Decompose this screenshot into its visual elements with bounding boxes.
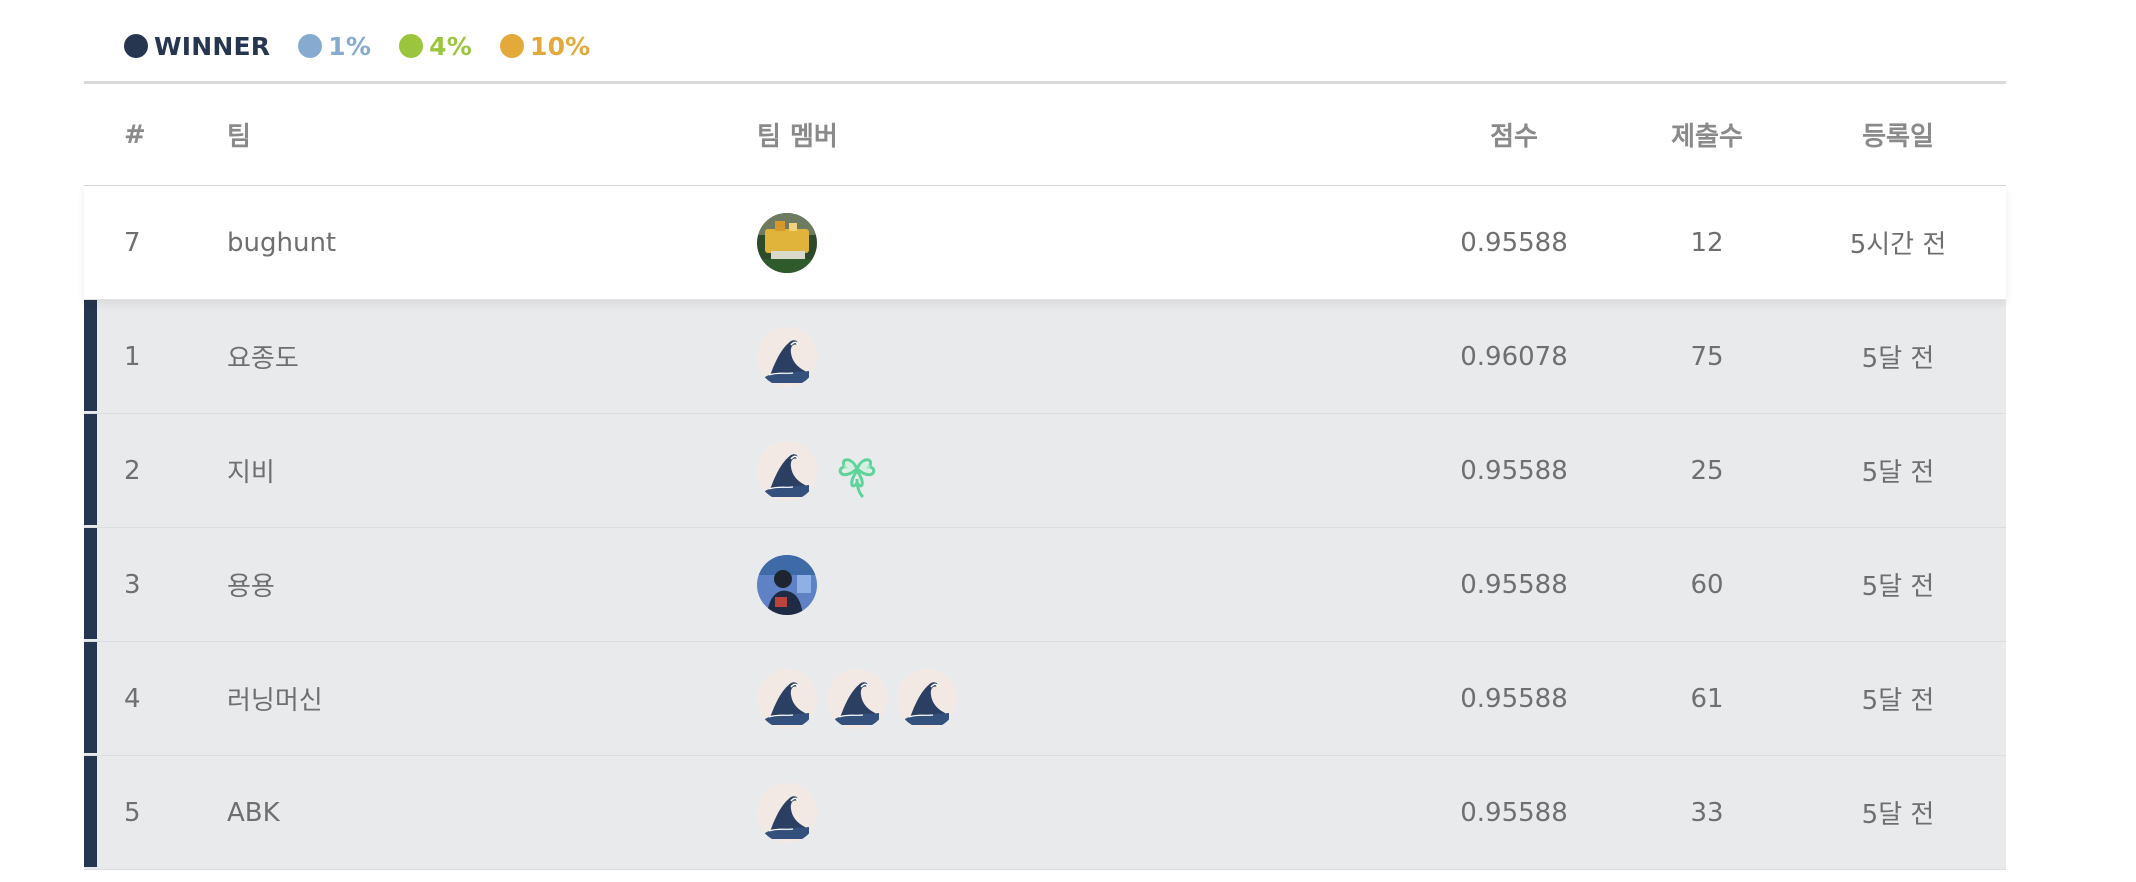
legend-dot [499, 34, 524, 58]
team-name-link[interactable]: ABK [227, 798, 757, 828]
registered-date-cell: 5달 전 [1861, 800, 1935, 830]
legend-dot [124, 34, 148, 58]
rank-cell: 1 [124, 341, 141, 372]
registered-date-cell: 5달 전 [1861, 458, 1935, 488]
team-name-link[interactable]: 요종도 [227, 338, 757, 375]
wave-avatar[interactable] [757, 782, 817, 843]
legend-label: WINNER [154, 31, 271, 61]
wave-avatar[interactable] [757, 326, 817, 387]
table-row-winner[interactable]: 1 요종도 0.96078 75 5달 전 [84, 300, 2006, 414]
score-cell: 0.95588 [1460, 455, 1568, 486]
clover-avatar[interactable] [827, 441, 887, 501]
score-cell: 0.95588 [1460, 683, 1568, 714]
rank-cell: 5 [124, 797, 141, 828]
table-row-winner[interactable]: 4 러닝머신 0.95588 61 5달 전 [84, 642, 2006, 756]
column-header-score[interactable]: 점수 [1414, 116, 1614, 153]
column-header-rank[interactable]: # [84, 120, 227, 150]
leaderboard-table: # 팀 팀 멤버 점수 제출수 등록일 7 bughunt 0.95588 12 5시… [84, 81, 2006, 870]
team-name-link[interactable]: bughunt [227, 228, 757, 258]
submissions-cell: 12 [1690, 227, 1724, 258]
table-row-winner[interactable]: 5 ABK 0.95588 33 5달 전 [84, 756, 2006, 870]
legend-top-10-percent: 10% [499, 31, 591, 61]
wave-avatar[interactable] [897, 668, 957, 729]
team-members-cell [757, 326, 1414, 387]
legend: WINNER 1% 4% 10% [124, 28, 618, 64]
legend-label: 10% [529, 31, 591, 61]
legend-dot [298, 34, 323, 58]
score-cell: 0.95588 [1460, 227, 1568, 258]
submissions-cell: 60 [1690, 569, 1724, 600]
column-header-registered[interactable]: 등록일 [1800, 116, 1996, 153]
legend-winner: WINNER [124, 32, 270, 61]
photo-trophy-avatar[interactable] [757, 212, 817, 273]
column-header-members[interactable]: 팀 멤버 [757, 116, 1414, 153]
submissions-cell: 33 [1690, 797, 1724, 828]
registered-date-cell: 5시간 전 [1849, 230, 1947, 260]
team-members-cell [757, 782, 1414, 843]
wave-avatar[interactable] [757, 668, 817, 729]
registered-date-cell: 5달 전 [1861, 686, 1935, 716]
submissions-cell: 61 [1690, 683, 1724, 714]
team-name-link[interactable]: 지비 [227, 452, 757, 489]
rank-cell: 3 [124, 569, 141, 600]
wave-avatar[interactable] [827, 668, 887, 729]
submissions-cell: 75 [1690, 341, 1724, 372]
table-row-my-team[interactable]: 7 bughunt 0.95588 12 5시간 전 [84, 186, 2006, 300]
team-members-cell [757, 440, 1414, 501]
leaderboard-page: WINNER 1% 4% 10% # 팀 팀 멤버 점수 제출수 등록일 7 bu… [0, 0, 2136, 882]
column-header-submissions[interactable]: 제출수 [1614, 116, 1800, 153]
team-name-link[interactable]: 러닝머신 [227, 680, 757, 717]
legend-top-1-percent: 1% [298, 32, 371, 61]
rank-cell: 7 [124, 227, 141, 258]
registered-date-cell: 5달 전 [1861, 572, 1935, 602]
score-cell: 0.96078 [1460, 341, 1568, 372]
rank-cell: 2 [124, 455, 141, 486]
rank-cell: 4 [124, 683, 141, 714]
legend-label: 1% [328, 31, 372, 61]
registered-date-cell: 5달 전 [1861, 344, 1935, 374]
team-members-cell [757, 212, 1414, 273]
photo-person-avatar[interactable] [757, 554, 817, 615]
team-name-link[interactable]: 용용 [227, 566, 757, 603]
table-body: 7 bughunt 0.95588 12 5시간 전 1 요종도 0.96078 75 5달 … [84, 186, 2006, 870]
column-header-team[interactable]: 팀 [227, 116, 757, 153]
team-members-cell [757, 668, 1414, 729]
wave-avatar[interactable] [757, 440, 817, 501]
table-row-winner[interactable]: 3 용용 0.95588 60 5달 전 [84, 528, 2006, 642]
submissions-cell: 25 [1690, 455, 1724, 486]
legend-dot [399, 34, 424, 58]
legend-top-4-percent: 4% [399, 32, 472, 61]
score-cell: 0.95588 [1460, 797, 1568, 828]
table-row-winner[interactable]: 2 지비 0.95588 25 5달 전 [84, 414, 2006, 528]
legend-label: 4% [429, 31, 472, 61]
score-cell: 0.95588 [1460, 569, 1568, 600]
table-header-row: # 팀 팀 멤버 점수 제출수 등록일 [84, 84, 2006, 186]
team-members-cell [757, 554, 1414, 615]
